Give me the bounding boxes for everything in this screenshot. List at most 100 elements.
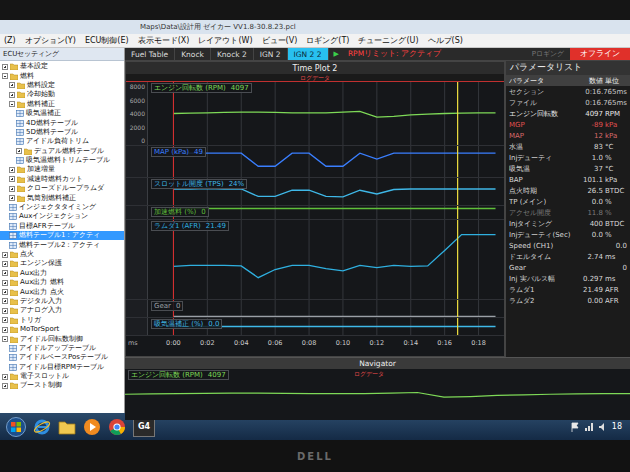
tree-item[interactable]: 吸気温補正	[0, 109, 124, 118]
expand-toggle[interactable]	[2, 261, 8, 267]
parameter-row[interactable]: TP (メイン)0.0%	[506, 196, 630, 207]
tree-item[interactable]: アナログ入力	[0, 306, 124, 315]
expand-toggle[interactable]	[2, 308, 8, 314]
parameter-row[interactable]: アクセル開度11.8%	[506, 207, 630, 218]
tree-item[interactable]: 燃料テーブル1：アクティ	[0, 231, 124, 240]
expand-toggle[interactable]	[2, 289, 8, 295]
tree-item[interactable]: アイドル負荷トリム	[0, 137, 124, 146]
parameter-row[interactable]: ドエルタイム2.74ms	[506, 251, 630, 262]
tree-item[interactable]: デジタル入力	[0, 297, 124, 306]
play-button[interactable]: ▶	[329, 48, 344, 60]
tree-item[interactable]: 燃料テーブル2：アクティ	[0, 240, 124, 249]
media-player-icon[interactable]	[83, 418, 101, 436]
tree-item[interactable]: アイドル目標RPMテーブル	[0, 363, 124, 372]
menu-item[interactable]: ビュー(V)	[262, 35, 298, 46]
cursor-line[interactable]	[457, 178, 458, 205]
tree-item[interactable]: 電子スロットル	[0, 372, 124, 381]
expand-toggle[interactable]	[9, 101, 15, 107]
parameter-row[interactable]: BAP101.1kPa	[506, 174, 630, 185]
clock[interactable]: 18	[612, 422, 624, 431]
parameter-row[interactable]: セクション0:16.765ms	[506, 86, 630, 97]
tree-item[interactable]: 加速増量	[0, 165, 124, 174]
internet-explorer-icon[interactable]	[33, 418, 51, 436]
parameter-row[interactable]: Injデューティ1.0%	[506, 152, 630, 163]
expand-toggle[interactable]	[2, 64, 8, 70]
parameter-row[interactable]: Injデューティ(Sec)0.0%	[506, 229, 630, 240]
parameter-row[interactable]: エンジン回転数4097RPM	[506, 108, 630, 119]
tree-item[interactable]: 目標AFRテーブル	[0, 222, 124, 231]
tree-item[interactable]: アイドル回転数制御	[0, 334, 124, 343]
menu-item[interactable]: (Z)	[4, 36, 16, 45]
menu-item[interactable]: ロギング(T)	[306, 35, 349, 46]
tree-item[interactable]: デュアル燃料テーブル	[0, 147, 124, 156]
expand-toggle[interactable]	[2, 317, 8, 323]
tree-item[interactable]: 減速時燃料カット	[0, 175, 124, 184]
tree-item[interactable]: 5D燃料テーブル	[0, 128, 124, 137]
menu-item[interactable]: 表示モード(X)	[138, 35, 190, 46]
expand-toggle[interactable]	[2, 327, 8, 333]
tab[interactable]: Knock 2	[211, 48, 254, 60]
cursor-line[interactable]	[457, 146, 458, 177]
navigator-plot[interactable]: エンジン回転数 (RPM)4097ログデータ	[125, 369, 630, 420]
tree-item[interactable]: 4D燃料テーブル	[0, 118, 124, 127]
network-icon[interactable]	[584, 422, 594, 432]
tree-item[interactable]: Aux出力 燃料	[0, 278, 124, 287]
parameter-row[interactable]: ファイル0:16.765ms	[506, 97, 630, 108]
menu-item[interactable]: チューニング(U)	[358, 35, 418, 46]
tree-item[interactable]: エンジン保護	[0, 259, 124, 268]
expand-toggle[interactable]	[2, 73, 8, 79]
tab[interactable]: IGN 2	[254, 48, 288, 60]
tree-item[interactable]: Auxインジェクション	[0, 212, 124, 221]
expand-toggle[interactable]	[9, 176, 15, 182]
expand-toggle[interactable]	[9, 195, 15, 201]
parameter-row[interactable]: 水温83°C	[506, 141, 630, 152]
expand-toggle[interactable]	[2, 298, 8, 304]
tree-item[interactable]: 点火	[0, 250, 124, 259]
tab[interactable]: Knock	[175, 48, 211, 60]
tree-item[interactable]: インジェクタタイミング	[0, 203, 124, 212]
tree-item[interactable]: 吸気温燃料トリムテーブル	[0, 156, 124, 165]
flag-icon[interactable]	[570, 422, 580, 432]
speaker-icon[interactable]	[598, 422, 608, 432]
parameter-row[interactable]: MGP-89kPa	[506, 119, 630, 130]
cursor-line[interactable]	[457, 220, 458, 299]
menu-item[interactable]: ECU制御(E)	[85, 35, 129, 46]
expand-toggle[interactable]	[9, 82, 15, 88]
tree-item[interactable]: 燃料	[0, 71, 124, 80]
expand-toggle[interactable]	[2, 270, 8, 276]
parameter-row[interactable]: Injタイミング400BTDC	[506, 218, 630, 229]
tree-item[interactable]: クローズドループラムダ	[0, 184, 124, 193]
parameter-row[interactable]: MAP12kPa	[506, 130, 630, 141]
menu-item[interactable]: レイアウト(W)	[198, 35, 252, 46]
expand-toggle[interactable]	[2, 252, 8, 258]
explorer-folder-icon[interactable]	[58, 418, 76, 436]
track-plot[interactable]	[148, 220, 504, 299]
tree-item[interactable]: 冷却始動	[0, 90, 124, 99]
tree-item[interactable]: 燃料設定	[0, 81, 124, 90]
expand-toggle[interactable]	[2, 280, 8, 286]
expand-toggle[interactable]	[2, 336, 8, 342]
offline-badge[interactable]: オフライン	[570, 48, 630, 60]
parameter-row[interactable]: Inj 実パルス幅0.297ms	[506, 273, 630, 284]
expand-toggle[interactable]	[9, 92, 15, 98]
tree-item[interactable]: アイドルアップテーブル	[0, 344, 124, 353]
tree-item[interactable]: トリガ	[0, 316, 124, 325]
cursor-line[interactable]	[457, 318, 458, 335]
parameter-row[interactable]: 吸気温37°C	[506, 163, 630, 174]
cursor-line[interactable]	[457, 82, 458, 145]
parameter-row[interactable]: ラムダ121.49AFR	[506, 284, 630, 295]
track-plot[interactable]	[148, 300, 504, 317]
tab[interactable]: Fuel Table	[125, 48, 175, 60]
parameter-row[interactable]: 点火時期26.5BTDC	[506, 185, 630, 196]
expand-toggle[interactable]	[2, 374, 8, 380]
tab[interactable]: IGN 2 2	[288, 48, 329, 60]
cursor-line[interactable]	[457, 300, 458, 317]
menu-item[interactable]: オプション(Y)	[25, 35, 76, 46]
parameter-row[interactable]: Gear0	[506, 262, 630, 273]
tree-item[interactable]: 基本設定	[0, 62, 124, 71]
app-button[interactable]: G4	[133, 417, 155, 437]
tree-item[interactable]: 燃料補正	[0, 100, 124, 109]
tree-item[interactable]: Aux出力	[0, 269, 124, 278]
chrome-icon[interactable]	[108, 418, 126, 436]
expand-toggle[interactable]	[16, 148, 22, 154]
